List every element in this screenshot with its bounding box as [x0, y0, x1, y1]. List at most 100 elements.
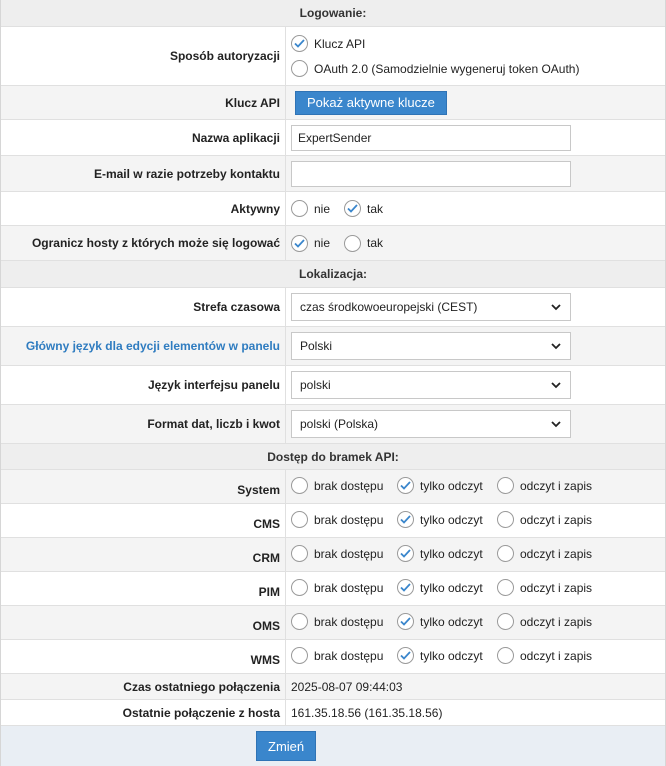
app-name-input[interactable]: ExpertSender	[291, 124, 571, 151]
gateway-option-text: odczyt i zapis	[520, 580, 593, 595]
gateway-row: PIM brak dostępu tylko odczyt odczyt i zapi…	[1, 572, 665, 606]
section-header-login: Logowanie:	[1, 0, 665, 27]
check-icon	[294, 39, 305, 48]
radio-limit-hosts-yes[interactable]	[344, 234, 362, 252]
gateway-option-text: brak dostępu	[314, 580, 384, 595]
radio-gateway-readwrite[interactable]	[497, 579, 514, 596]
gateway-option-none[interactable]: brak dostępu	[291, 579, 383, 596]
format-label: Format dat, liczb i kwot	[1, 405, 286, 443]
check-icon	[400, 515, 411, 524]
gateway-row: OMS brak dostępu tylko odczyt odczyt i zapi…	[1, 606, 665, 640]
gateway-option-read[interactable]: tylko odczyt	[397, 545, 483, 562]
gateway-name: CMS	[1, 504, 286, 537]
radio-active-yes[interactable]	[344, 200, 362, 217]
format-select[interactable]: polski (Polska)	[291, 410, 571, 438]
timezone-select[interactable]: czas środkowoeuropejski (CEST)	[291, 293, 571, 321]
gateway-option-readwrite[interactable]: odczyt i zapis	[497, 545, 592, 562]
radio-gateway-none[interactable]	[291, 545, 308, 562]
last-host-value: 161.35.18.56 (161.35.18.56)	[291, 705, 443, 720]
ui-language-select[interactable]: polski	[291, 371, 571, 399]
main-language-select[interactable]: Polski	[291, 332, 571, 360]
gateway-option-none[interactable]: brak dostępu	[291, 545, 383, 562]
radio-auth-oauth[interactable]	[291, 60, 308, 77]
limit-hosts-option-yes[interactable]: tak	[344, 234, 383, 252]
radio-gateway-read[interactable]	[397, 647, 414, 664]
gateway-option-read[interactable]: tylko odczyt	[397, 511, 483, 528]
gateway-name: PIM	[1, 572, 286, 605]
check-icon	[400, 549, 411, 558]
gateway-option-text: odczyt i zapis	[520, 512, 593, 527]
radio-gateway-read[interactable]	[397, 613, 414, 630]
auth-option-oauth[interactable]: OAuth 2.0 (Samodzielnie wygeneruj token …	[291, 60, 579, 77]
radio-gateway-read[interactable]	[397, 477, 414, 494]
gateway-option-readwrite[interactable]: odczyt i zapis	[497, 511, 592, 528]
radio-gateway-none[interactable]	[291, 511, 308, 528]
limit-hosts-option-no[interactable]: nie	[291, 234, 330, 252]
show-active-keys-button[interactable]: Pokaż aktywne klucze	[295, 90, 447, 115]
radio-limit-hosts-no[interactable]	[291, 234, 308, 252]
row-app-name: Nazwa aplikacji ExpertSender	[1, 120, 665, 156]
row-timezone: Strefa czasowa czas środkowoeuropejski (…	[1, 288, 665, 327]
gateway-row: WMS brak dostępu tylko odczyt odczyt i zapi…	[1, 640, 665, 674]
radio-gateway-readwrite[interactable]	[497, 613, 514, 630]
chevron-down-icon	[551, 304, 561, 311]
gateway-row: CRM brak dostępu tylko odczyt odczyt i zapi…	[1, 538, 665, 572]
row-main-language: Główny język dla edycji elementów w pane…	[1, 327, 665, 366]
check-icon	[347, 204, 358, 213]
gateway-row: System brak dostępu tylko odczyt odczyt i z…	[1, 470, 665, 504]
gateway-name: OMS	[1, 606, 286, 639]
gateway-option-none[interactable]: brak dostępu	[291, 477, 383, 494]
row-last-host: Ostatnie połączenie z hosta 161.35.18.56…	[1, 700, 665, 726]
check-icon	[400, 617, 411, 626]
radio-gateway-none[interactable]	[291, 579, 308, 596]
gateway-option-none[interactable]: brak dostępu	[291, 647, 383, 664]
radio-gateway-none[interactable]	[291, 647, 308, 664]
contact-email-input[interactable]	[291, 160, 571, 187]
chevron-down-icon	[551, 421, 561, 428]
row-limit-hosts: Ogranicz hosty z których może się logowa…	[1, 226, 665, 261]
active-option-no[interactable]: nie	[291, 200, 330, 217]
gateway-option-text: odczyt i zapis	[520, 648, 593, 663]
radio-gateway-readwrite[interactable]	[497, 647, 514, 664]
auth-option-api-key[interactable]: Klucz API	[291, 35, 365, 52]
radio-gateway-read[interactable]	[397, 511, 414, 528]
chevron-down-icon	[551, 343, 561, 350]
active-option-yes[interactable]: tak	[344, 200, 383, 217]
api-key-label: Klucz API	[1, 86, 286, 119]
radio-gateway-readwrite[interactable]	[497, 511, 514, 528]
radio-gateway-none[interactable]	[291, 613, 308, 630]
submit-button[interactable]: Zmień	[256, 731, 317, 761]
gateway-option-read[interactable]: tylko odczyt	[397, 477, 483, 494]
auth-option-oauth-text: OAuth 2.0 (Samodzielnie wygeneruj token …	[314, 61, 580, 76]
gateway-option-text: tylko odczyt	[420, 478, 483, 493]
gateway-option-readwrite[interactable]: odczyt i zapis	[497, 613, 592, 630]
gateway-option-readwrite[interactable]: odczyt i zapis	[497, 579, 592, 596]
radio-gateway-none[interactable]	[291, 477, 308, 494]
auth-option-api-key-text: Klucz API	[314, 36, 366, 51]
gateway-option-readwrite[interactable]: odczyt i zapis	[497, 477, 592, 494]
gateway-option-read[interactable]: tylko odczyt	[397, 613, 483, 630]
gateway-row: CMS brak dostępu tylko odczyt odczyt i zapi…	[1, 504, 665, 538]
radio-gateway-readwrite[interactable]	[497, 545, 514, 562]
radio-gateway-read[interactable]	[397, 545, 414, 562]
gateway-option-readwrite[interactable]: odczyt i zapis	[497, 647, 592, 664]
ui-language-label: Język interfejsu panelu	[1, 366, 286, 404]
form-footer: Zmień	[1, 726, 665, 766]
gateway-option-text: tylko odczyt	[420, 580, 483, 595]
gateway-option-text: brak dostępu	[314, 614, 384, 629]
radio-auth-api-key[interactable]	[291, 35, 308, 52]
gateway-option-text: odczyt i zapis	[520, 478, 593, 493]
last-connection-label: Czas ostatniego połączenia	[1, 674, 286, 699]
radio-active-no[interactable]	[291, 200, 308, 217]
gateway-option-text: brak dostępu	[314, 478, 384, 493]
radio-gateway-read[interactable]	[397, 579, 414, 596]
section-title: Lokalizacja:	[298, 267, 368, 281]
gateway-option-none[interactable]: brak dostępu	[291, 613, 383, 630]
gateway-option-none[interactable]: brak dostępu	[291, 511, 383, 528]
chevron-down-icon	[551, 382, 561, 389]
gateway-option-read[interactable]: tylko odczyt	[397, 647, 483, 664]
main-language-label[interactable]: Główny język dla edycji elementów w pane…	[1, 327, 286, 365]
api-settings-form: Logowanie: Sposób autoryzacji Klucz API …	[0, 0, 666, 766]
radio-gateway-readwrite[interactable]	[497, 477, 514, 494]
gateway-option-read[interactable]: tylko odczyt	[397, 579, 483, 596]
